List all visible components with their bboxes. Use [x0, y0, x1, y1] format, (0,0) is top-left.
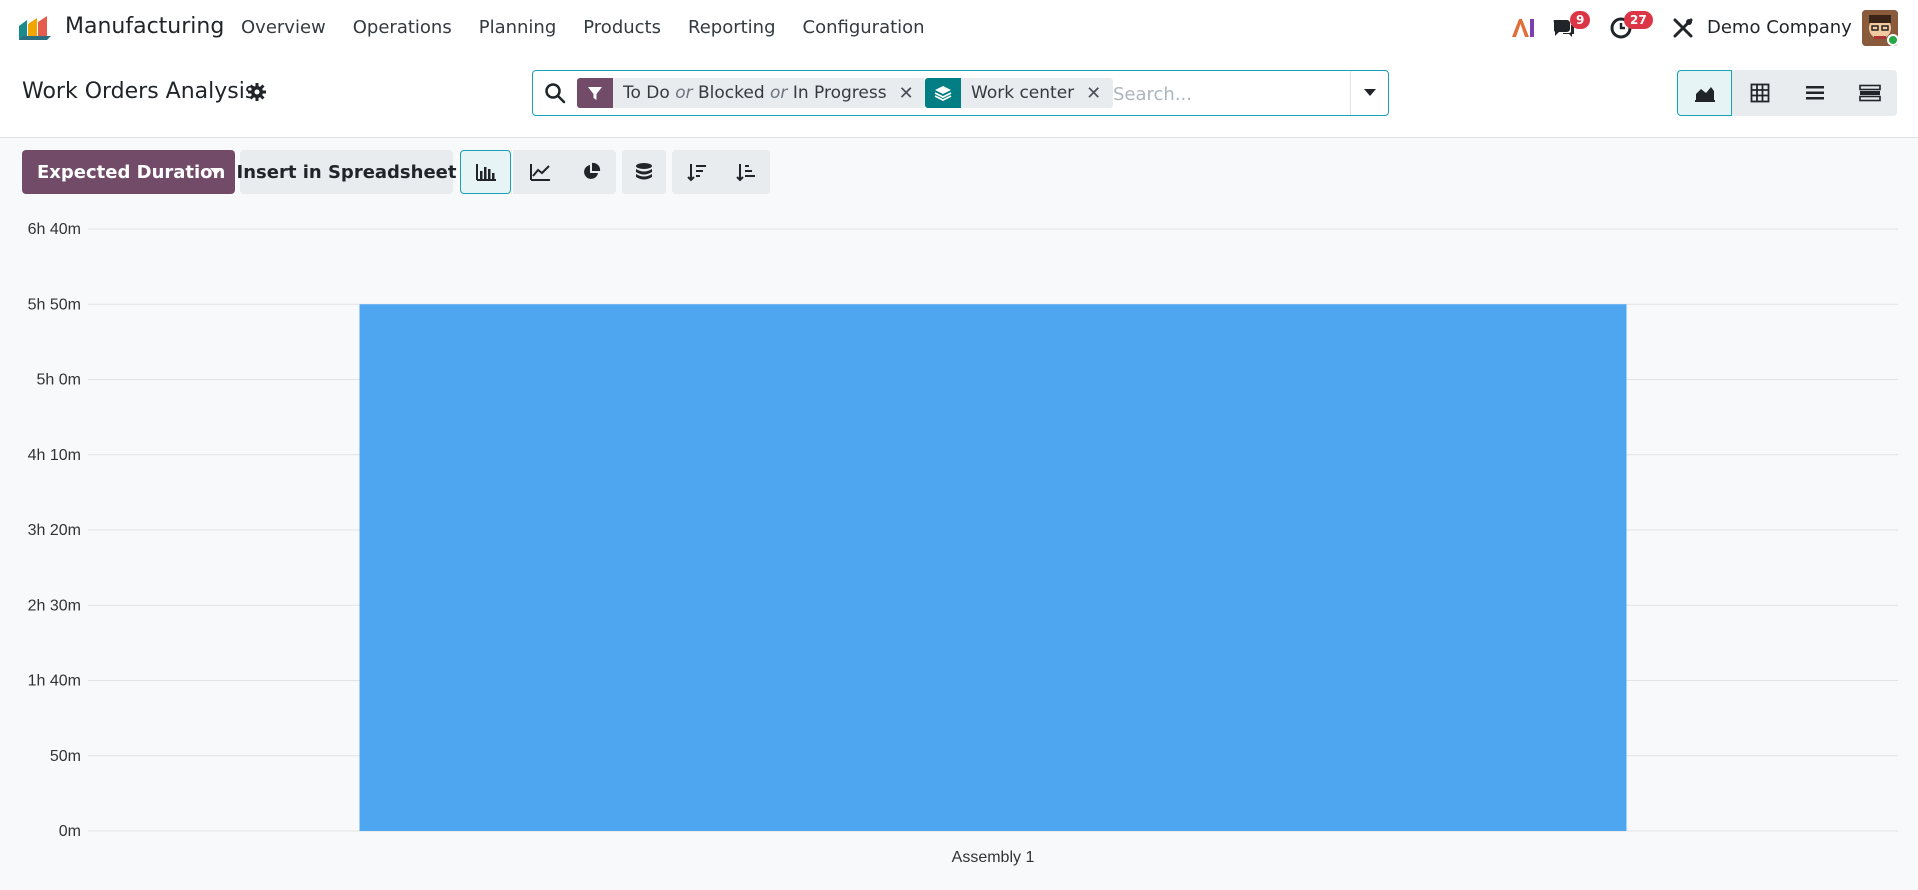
- manufacturing-app-icon[interactable]: [17, 14, 53, 42]
- caret-down-icon: [1363, 89, 1376, 96]
- search-bar[interactable]: To Do or Blocked or In Progress ✕ Work c…: [532, 70, 1389, 116]
- online-status-dot: [1887, 34, 1899, 46]
- measure-label: Expected Duration: [37, 161, 226, 183]
- groupby-facet[interactable]: Work center ✕: [925, 78, 1114, 108]
- sort-ascending-button[interactable]: [722, 150, 770, 194]
- y-tick-label: 5h 50m: [28, 296, 81, 313]
- bar-chart-icon: [475, 164, 496, 181]
- remove-filter-facet-button[interactable]: ✕: [899, 83, 926, 104]
- gear-icon[interactable]: [247, 82, 267, 102]
- ai-icon[interactable]: [1509, 14, 1537, 42]
- area-chart-icon: [1694, 87, 1715, 102]
- control-panel: Work Orders Analysis To Do or Blocked or…: [0, 56, 1918, 138]
- layers-icon: [925, 78, 961, 108]
- y-tick-label: 4h 10m: [28, 447, 81, 464]
- activities-badge: 27: [1624, 11, 1653, 29]
- y-tick-label: 2h 30m: [28, 597, 81, 614]
- search-input[interactable]: [1113, 81, 1343, 107]
- list-view-button[interactable]: [1787, 70, 1842, 116]
- menu-reporting[interactable]: Reporting: [688, 17, 776, 38]
- app-name[interactable]: Manufacturing: [65, 14, 224, 39]
- main-menu: Overview Operations Planning Products Re…: [241, 17, 952, 38]
- y-tick-label: 5h 0m: [37, 372, 81, 389]
- top-navbar: Manufacturing Overview Operations Planni…: [0, 0, 1918, 56]
- x-tick-label: Assembly 1: [952, 849, 1035, 866]
- y-tick-label: 1h 40m: [28, 673, 81, 690]
- groupby-facet-value: Work center: [971, 83, 1075, 103]
- line-chart-icon: [529, 164, 550, 181]
- line-chart-button[interactable]: [513, 150, 566, 194]
- pivot-view-button[interactable]: [1732, 70, 1787, 116]
- bar-chart-button[interactable]: [460, 150, 511, 194]
- table-grid-icon: [1750, 83, 1769, 103]
- y-tick-label: 0m: [59, 823, 81, 840]
- bar[interactable]: [359, 304, 1627, 831]
- measures-dropdown-button[interactable]: Expected Duration: [22, 150, 235, 194]
- menu-overview[interactable]: Overview: [241, 17, 326, 38]
- chart-canvas: 0m 50m 1h 40m 2h 30m 3h 20m 4h 10m 5h 0m 5h 50m…: [28, 221, 1898, 866]
- filter-icon: [577, 78, 613, 108]
- bar-chart: 0m 50m 1h 40m 2h 30m 3h 20m 4h 10m 5h 0m 5h 50m…: [0, 210, 1918, 880]
- sort-ascending-icon: [736, 164, 755, 182]
- caret-down-icon: [210, 168, 222, 175]
- filter-facet-values: To Do or Blocked or In Progress: [623, 83, 887, 103]
- menu-operations[interactable]: Operations: [353, 17, 452, 38]
- remove-groupby-facet-button[interactable]: ✕: [1086, 83, 1113, 104]
- gantt-view-button[interactable]: [1842, 70, 1897, 116]
- sort-descending-button[interactable]: [672, 150, 722, 194]
- messages-badge: 9: [1570, 11, 1591, 29]
- sort-descending-icon: [687, 164, 706, 182]
- menu-products[interactable]: Products: [583, 17, 661, 38]
- y-tick-label: 6h 40m: [28, 221, 81, 238]
- debug-tools-icon[interactable]: [1669, 14, 1697, 42]
- list-icon: [1805, 86, 1824, 100]
- insert-in-spreadsheet-button[interactable]: Insert in Spreadsheet: [237, 150, 456, 194]
- stacked-toggle-button[interactable]: [622, 150, 666, 194]
- graph-view-button[interactable]: [1677, 70, 1732, 116]
- search-icon[interactable]: [543, 81, 567, 105]
- search-options-toggle[interactable]: [1350, 71, 1388, 115]
- pie-chart-button[interactable]: [566, 150, 616, 194]
- menu-configuration[interactable]: Configuration: [803, 17, 925, 38]
- view-switcher: [1677, 70, 1897, 116]
- pie-chart-icon: [584, 162, 601, 179]
- company-switcher[interactable]: Demo Company: [1707, 17, 1852, 38]
- y-tick-label: 50m: [50, 748, 81, 765]
- page-title[interactable]: Work Orders Analysis: [22, 79, 256, 104]
- menu-planning[interactable]: Planning: [479, 17, 557, 38]
- gantt-icon: [1858, 84, 1881, 102]
- database-stack-icon: [636, 163, 652, 180]
- filter-facet[interactable]: To Do or Blocked or In Progress ✕: [577, 78, 926, 108]
- y-tick-label: 3h 20m: [28, 522, 81, 539]
